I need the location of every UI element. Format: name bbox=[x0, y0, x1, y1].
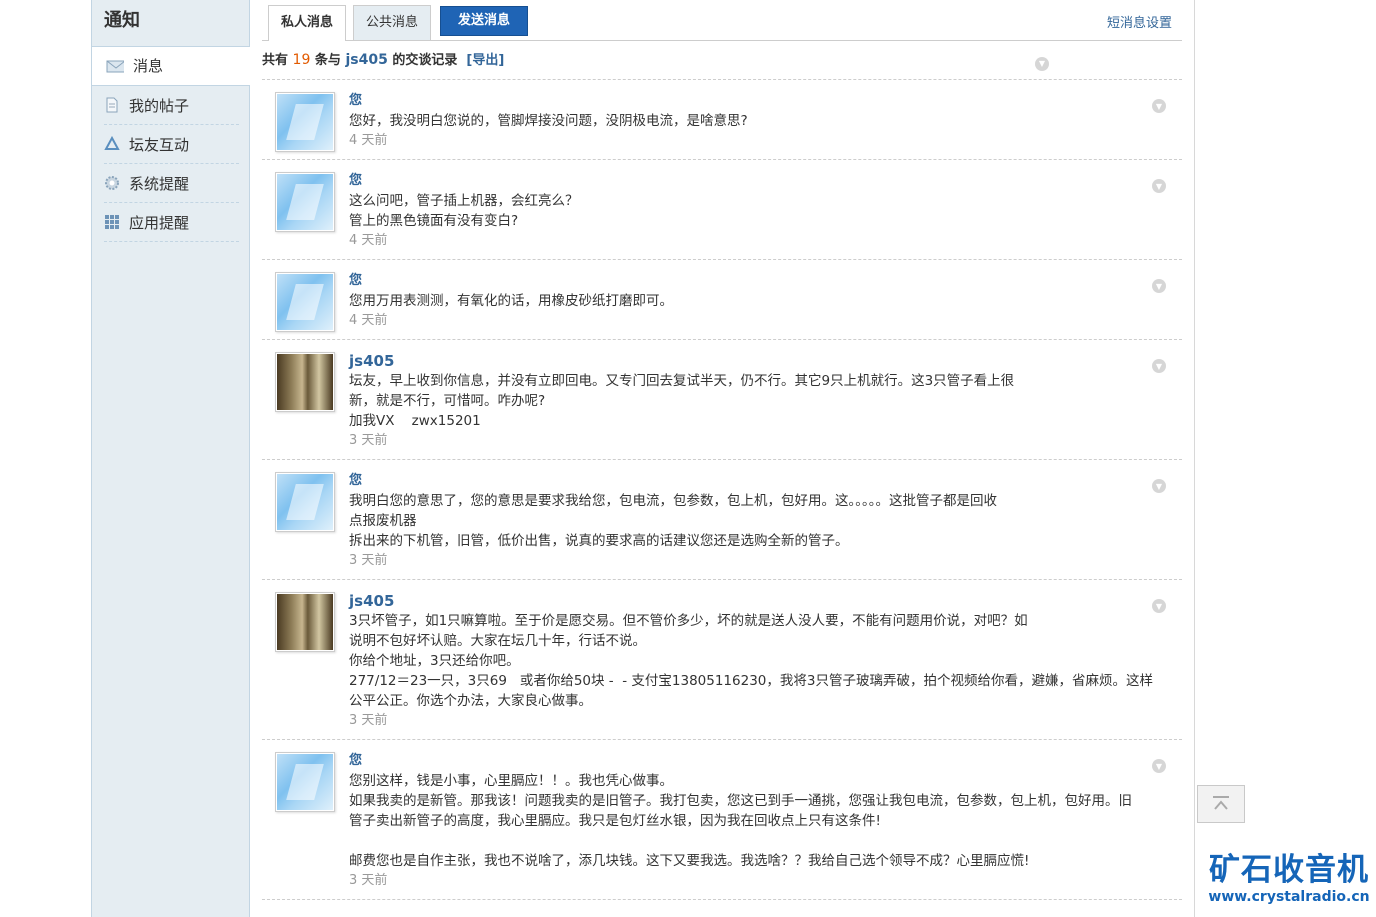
message-time: 4 天前 bbox=[349, 133, 388, 148]
chevron-down-icon[interactable]: ▼ bbox=[1152, 479, 1166, 493]
sidebar-title: 通知 bbox=[92, 0, 249, 47]
summary-suffix: 的交谈记录 bbox=[392, 53, 458, 68]
message-settings-link[interactable]: 短消息设置 bbox=[1107, 12, 1172, 31]
sidebar-item-label: 我的帖子 bbox=[129, 96, 190, 115]
sidebar-item-interaction[interactable]: 坛友互动 bbox=[104, 125, 239, 164]
chevron-down-icon[interactable]: ▼ bbox=[1035, 57, 1049, 71]
gear-icon bbox=[105, 176, 119, 190]
message-body: 您好，我没明白您说的，管脚焊接没问题，没阴极电流，是啥意思? bbox=[349, 113, 748, 129]
message-author[interactable]: 您 bbox=[349, 471, 1182, 491]
notification-sidebar: 通知 消息 我的帖子 坛友互动 系统提醒 应用提醒 bbox=[91, 0, 250, 917]
sidebar-item-my-posts[interactable]: 我的帖子 bbox=[104, 86, 239, 125]
avatar[interactable] bbox=[275, 752, 335, 812]
message-author[interactable]: js405 bbox=[349, 351, 1182, 371]
chevron-down-icon[interactable]: ▼ bbox=[1152, 279, 1166, 293]
avatar[interactable] bbox=[275, 272, 335, 332]
avatar-image bbox=[277, 174, 333, 230]
message-time: 3 天前 bbox=[349, 433, 388, 448]
chevron-down-icon[interactable]: ▼ bbox=[1152, 179, 1166, 193]
message-item: 您这么问吧，管子插上机器，会红亮么？ 管上的黑色镜面有没有变白? 4 天前 ▼ bbox=[262, 159, 1182, 259]
avatar[interactable] bbox=[275, 592, 335, 652]
conversation-user-link[interactable]: js405 bbox=[345, 52, 387, 68]
message-item: js405 3只坏管子，如1只嘛算啦。至于价是愿交易。但不管价多少，坏的就是送人没… bbox=[262, 579, 1182, 739]
message-item: 您您好，我没明白您说的，管脚焊接没问题，没阴极电流，是啥意思? 4 天前 ▼ bbox=[262, 79, 1182, 159]
message-time: 4 天前 bbox=[349, 233, 388, 248]
avatar[interactable] bbox=[275, 472, 335, 532]
recycle-icon bbox=[104, 136, 120, 150]
chevron-down-icon[interactable]: ▼ bbox=[1152, 359, 1166, 373]
message-body: 您别这样，钱是小事，心里膈应！！。我也凭心做事。 如果我卖的是新管。那我该！问题… bbox=[349, 773, 1132, 869]
conversation-summary: 共有 19 条与 js405 的交谈记录 [导出] ▼ bbox=[262, 41, 1182, 79]
message-body: 这么问吧，管子插上机器，会红亮么？ 管上的黑色镜面有没有变白? bbox=[349, 193, 579, 229]
document-icon bbox=[106, 97, 118, 113]
avatar[interactable] bbox=[275, 352, 335, 412]
logo-url: www.crystalradio.cn bbox=[1208, 889, 1370, 905]
message-time: 3 天前 bbox=[349, 873, 388, 888]
sidebar-item-label: 应用提醒 bbox=[129, 213, 190, 232]
message-item: 您我明白您的意思了，您的意思是要求我给您，包电流，包参数，包上机，包好用。这。。… bbox=[262, 459, 1182, 579]
envelope-icon bbox=[106, 60, 124, 73]
message-body: 您用万用表测测，有氧化的话，用橡皮砂纸打磨即可。 bbox=[349, 293, 673, 309]
message-author[interactable]: 您 bbox=[349, 171, 1182, 191]
chevron-down-icon[interactable]: ▼ bbox=[1152, 759, 1166, 773]
message-body: 3只坏管子，如1只嘛算啦。至于价是愿交易。但不管价多少，坏的就是送人没人要，不能… bbox=[349, 613, 1153, 709]
avatar-image bbox=[277, 594, 333, 650]
sidebar-item-label: 消息 bbox=[133, 57, 164, 75]
message-list: 您您好，我没明白您说的，管脚焊接没问题，没阴极电流，是啥意思? 4 天前 ▼ 您这么问… bbox=[262, 79, 1182, 900]
message-item: js405 坛友，早上收到你信息，并没有立即回电。又专门回去复试半天，仍不行。其它… bbox=[262, 339, 1182, 459]
summary-prefix: 共有 bbox=[262, 53, 289, 68]
chevron-down-icon[interactable]: ▼ bbox=[1152, 99, 1166, 113]
message-author[interactable]: js405 bbox=[349, 591, 1182, 611]
chevron-down-icon[interactable]: ▼ bbox=[1152, 599, 1166, 613]
message-author[interactable]: 您 bbox=[349, 271, 1182, 291]
site-logo: 矿石收音机 www.crystalradio.cn bbox=[1204, 852, 1374, 906]
sidebar-item-system[interactable]: 系统提醒 bbox=[104, 164, 239, 203]
avatar-image bbox=[277, 354, 333, 410]
message-body: 我明白您的意思了，您的意思是要求我给您，包电流，包参数，包上机，包好用。这。。。… bbox=[349, 493, 997, 549]
message-time: 3 天前 bbox=[349, 713, 388, 728]
tab-bar: 私人消息 公共消息 发送消息 短消息设置 bbox=[262, 0, 1182, 41]
avatar-image bbox=[277, 474, 333, 530]
message-author[interactable]: 您 bbox=[349, 91, 1182, 111]
avatar-image bbox=[277, 274, 333, 330]
send-message-button[interactable]: 发送消息 bbox=[440, 6, 529, 36]
sidebar-item-label: 系统提醒 bbox=[129, 174, 190, 193]
grid-icon bbox=[105, 215, 119, 229]
message-author[interactable]: 您 bbox=[349, 751, 1182, 771]
page-border bbox=[1194, 0, 1195, 917]
message-count: 19 bbox=[292, 52, 311, 68]
summary-middle: 条与 bbox=[314, 53, 341, 68]
back-to-top-icon bbox=[1213, 796, 1229, 810]
avatar[interactable] bbox=[275, 172, 335, 232]
sidebar-item-apps[interactable]: 应用提醒 bbox=[104, 203, 239, 242]
message-item: 您您别这样，钱是小事，心里膈应！！。我也凭心做事。 如果我卖的是新管。那我该！问… bbox=[262, 739, 1182, 900]
sidebar-item-label: 坛友互动 bbox=[129, 135, 190, 154]
back-to-top-button[interactable] bbox=[1197, 785, 1245, 823]
tab-private-messages[interactable]: 私人消息 bbox=[268, 5, 347, 41]
sidebar-item-messages[interactable]: 消息 bbox=[92, 47, 250, 86]
logo-name: 矿石收音机 bbox=[1209, 852, 1369, 888]
message-time: 4 天前 bbox=[349, 313, 388, 328]
message-panel: 私人消息 公共消息 发送消息 短消息设置 共有 19 条与 js405 的交谈记… bbox=[262, 0, 1182, 900]
message-body: 坛友，早上收到你信息，并没有立即回电。又专门回去复试半天，仍不行。其它9只上机就… bbox=[349, 373, 1015, 429]
message-item: 您您用万用表测测，有氧化的话，用橡皮砂纸打磨即可。 4 天前 ▼ bbox=[262, 259, 1182, 339]
tab-public-messages[interactable]: 公共消息 bbox=[353, 5, 432, 40]
avatar[interactable] bbox=[275, 92, 335, 152]
avatar-image bbox=[277, 754, 333, 810]
export-link[interactable]: [导出] bbox=[466, 53, 504, 68]
avatar-image bbox=[277, 94, 333, 150]
message-time: 3 天前 bbox=[349, 553, 388, 568]
